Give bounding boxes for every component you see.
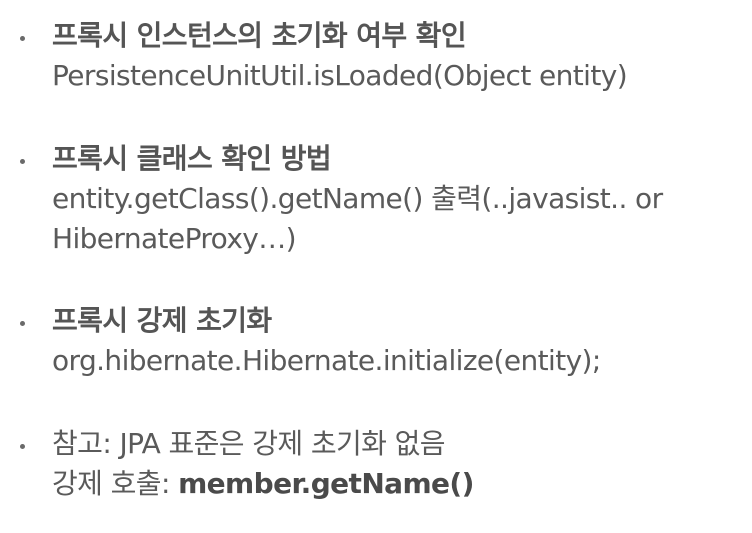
bullet-line: 강제 호출: member.getName() xyxy=(52,464,740,504)
call-prefix: 강제 호출: xyxy=(52,467,179,500)
bullet-heading: 프록시 클래스 확인 방법 xyxy=(52,142,332,175)
call-method: member.getName() xyxy=(178,467,474,500)
bullet-text: 프록시 클래스 확인 방법 entity.getClass().getName(… xyxy=(52,139,740,259)
bullet-line: org.hibernate.Hibernate.initialize(entit… xyxy=(52,344,601,377)
slide: 프록시 인스턴스의 초기화 여부 확인 PersistenceUnitUtil.… xyxy=(0,0,752,533)
bullet-heading: 프록시 강제 초기화 xyxy=(52,304,272,337)
bullet-line: entity.getClass().getName() 출력(..javasis… xyxy=(52,182,663,215)
bullet-dot-icon xyxy=(20,159,25,164)
bullet-item-proxy-init-check: 프록시 인스턴스의 초기화 여부 확인 PersistenceUnitUtil.… xyxy=(20,16,740,96)
bullet-text: 프록시 인스턴스의 초기화 여부 확인 PersistenceUnitUtil.… xyxy=(52,16,740,96)
bullet-heading: 참고: JPA 표준은 강제 초기화 없음 xyxy=(52,427,446,460)
bullet-line: HibernateProxy…) xyxy=(52,222,297,255)
bullet-item-jpa-note: 참고: JPA 표준은 강제 초기화 없음 강제 호출: member.getN… xyxy=(20,424,740,504)
bullet-item-proxy-force-init: 프록시 강제 초기화 org.hibernate.Hibernate.initi… xyxy=(20,301,740,381)
bullet-dot-icon xyxy=(20,36,25,41)
bullet-dot-icon xyxy=(20,321,25,326)
bullet-heading: 프록시 인스턴스의 초기화 여부 확인 xyxy=(52,19,467,52)
bullet-item-proxy-class-check: 프록시 클래스 확인 방법 entity.getClass().getName(… xyxy=(20,139,740,259)
bullet-text: 프록시 강제 초기화 org.hibernate.Hibernate.initi… xyxy=(52,301,740,381)
bullet-line: PersistenceUnitUtil.isLoaded(Object enti… xyxy=(52,59,628,92)
bullet-text: 참고: JPA 표준은 강제 초기화 없음 강제 호출: member.getN… xyxy=(52,424,740,504)
bullet-dot-icon xyxy=(20,444,25,449)
